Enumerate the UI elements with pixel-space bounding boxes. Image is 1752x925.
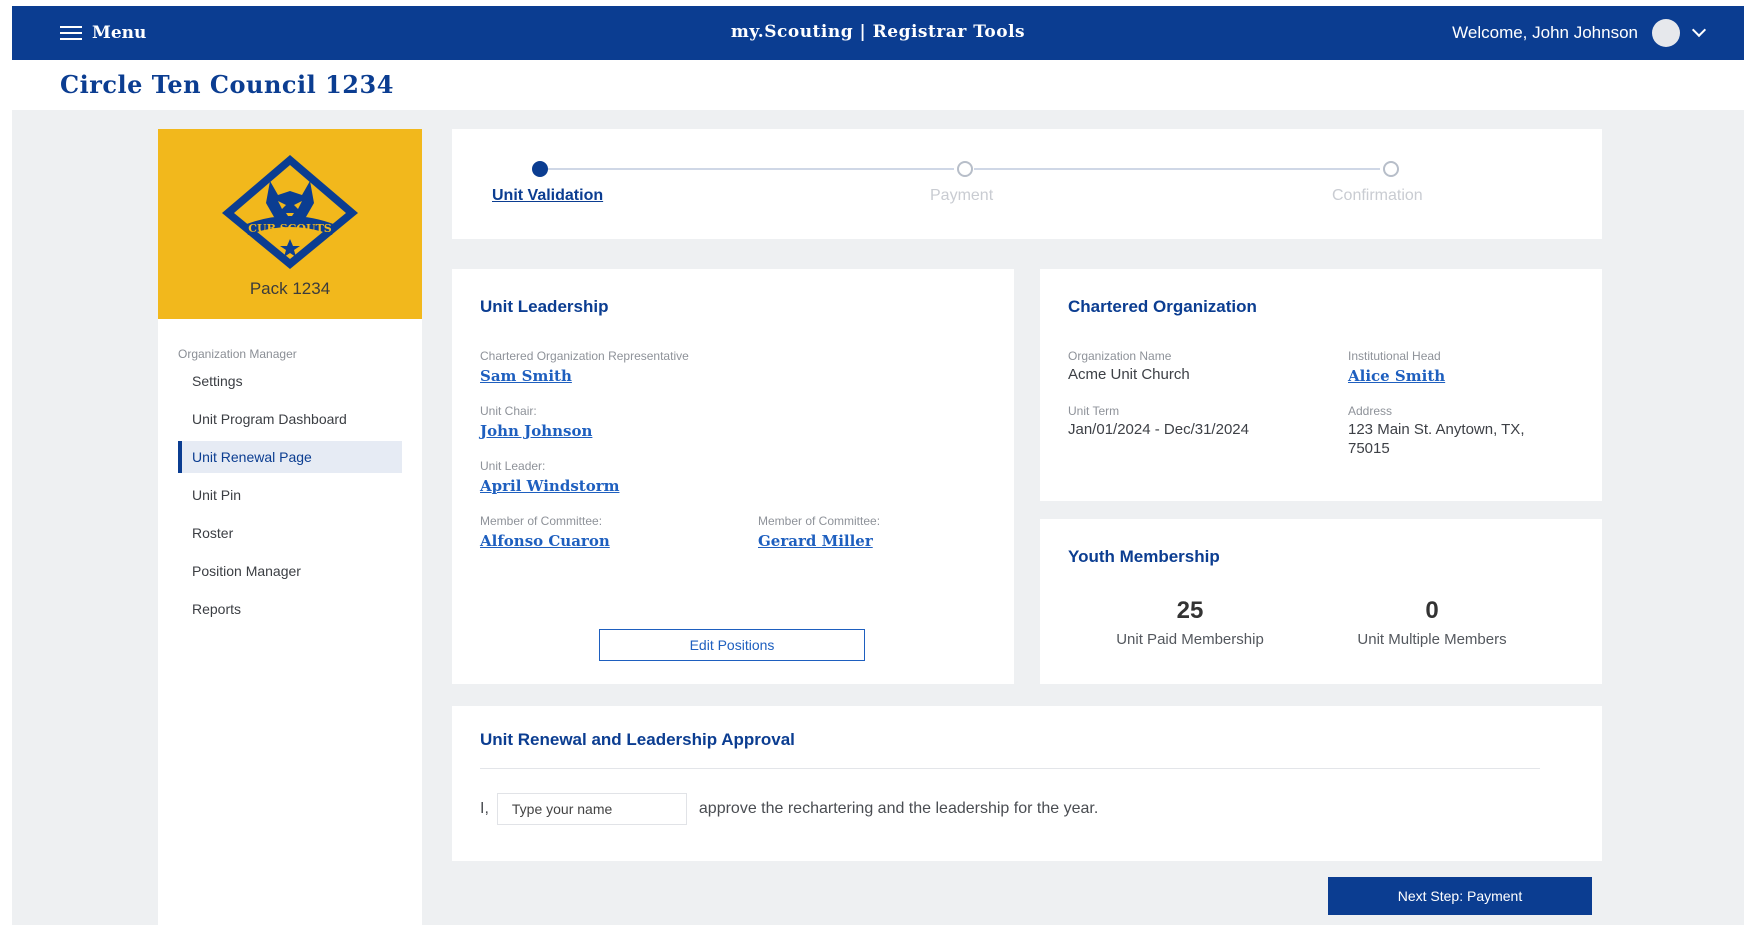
sidebar-item-position-manager[interactable]: Position Manager [178,555,402,587]
avatar[interactable] [1652,19,1680,47]
address-line-1: 123 Main St. Anytown, TX, [1348,421,1525,438]
step-unit-validation-dot [532,161,548,177]
approval-suffix: approve the rechartering and the leaders… [698,800,1099,817]
address-label: Address [1348,404,1393,418]
step-connector [548,168,954,170]
step-confirmation: Confirmation [1332,187,1423,204]
youth-membership-card: Youth Membership 25 Unit Paid Membership… [1040,519,1602,684]
sidebar-item-reports[interactable]: Reports [178,593,402,625]
paid-membership-label: Unit Paid Membership [1116,631,1264,648]
organization-name-value: Acme Unit Church [1068,366,1190,383]
sidebar-item-unit-renewal-page[interactable]: Unit Renewal Page [178,441,402,473]
next-step-payment-button[interactable]: Next Step: Payment [1328,877,1592,915]
sidebar: CUB SCOUTS Pack 1234 Organization Manage… [158,129,422,925]
youth-membership-title: Youth Membership [1068,547,1220,566]
multiple-members-count: 0 [1425,597,1439,624]
step-unit-validation[interactable]: Unit Validation [492,187,603,205]
committee-member-label: Member of Committee: [480,514,603,528]
app-frame: Menu my.Scouting | Registrar Tools Welco… [12,6,1744,925]
committee-member-link[interactable]: Alfonso Cuaron [480,532,610,550]
institutional-head-label: Institutional Head [1348,349,1441,363]
approval-card: Unit Renewal and Leadership Approval I, … [452,706,1602,861]
unit-chair-link[interactable]: John Johnson [480,422,592,440]
organization-name-label: Organization Name [1068,349,1172,363]
committee-member-link[interactable]: Gerard Miller [758,532,873,550]
unit-chair-label: Unit Chair: [480,404,537,418]
unit-leader-label: Unit Leader: [480,459,546,473]
sidebar-item-unit-pin[interactable]: Unit Pin [178,479,402,511]
edit-positions-button[interactable]: Edit Positions [599,629,865,661]
cub-scouts-logo-icon: CUB SCOUTS [222,155,358,269]
step-confirmation-dot [1383,161,1399,177]
approval-statement: I, approve the rechartering and the lead… [480,793,1098,825]
unit-leadership-card: Unit Leadership Chartered Organization R… [452,269,1014,684]
divider [480,768,1540,769]
unit-leader-link[interactable]: April Windstorm [480,477,619,495]
svg-text:CUB SCOUTS: CUB SCOUTS [248,222,332,235]
chartered-organization-title: Chartered Organization [1068,297,1257,316]
page-title: Circle Ten Council 1234 [60,70,394,99]
institutional-head-link[interactable]: Alice Smith [1348,367,1445,385]
sidebar-section-label: Organization Manager [178,347,297,361]
chevron-down-icon[interactable] [1691,22,1707,38]
renewal-stepper: Unit Validation Payment Confirmation [452,129,1602,239]
unit-name: Pack 1234 [249,279,331,298]
welcome-text: Welcome, John Johnson [1452,23,1638,42]
step-payment: Payment [930,187,994,204]
name-input[interactable] [496,793,687,825]
council-header: Circle Ten Council 1234 [12,60,1744,110]
approval-prefix: I, [480,800,489,817]
unit-leadership-title: Unit Leadership [480,297,609,316]
cor-name-link[interactable]: Sam Smith [480,367,572,385]
sidebar-nav: Settings Unit Program Dashboard Unit Ren… [178,365,402,631]
sidebar-item-roster[interactable]: Roster [178,517,402,549]
address-line-2: 75015 [1348,440,1390,457]
chartered-organization-card: Chartered Organization Organization Name… [1040,269,1602,501]
unit-term-value: Jan/01/2024 - Dec/31/2024 [1068,421,1249,438]
step-connector [974,168,1380,170]
approval-title: Unit Renewal and Leadership Approval [480,730,795,749]
step-payment-dot [957,161,973,177]
cor-label: Chartered Organization Representative [480,349,689,363]
sidebar-item-settings[interactable]: Settings [178,365,402,397]
sidebar-item-unit-program-dashboard[interactable]: Unit Program Dashboard [178,403,402,435]
paid-membership-count: 25 [1176,597,1204,624]
user-menu[interactable]: Welcome, John Johnson [1452,18,1707,48]
multiple-members-label: Unit Multiple Members [1357,631,1507,648]
unit-term-label: Unit Term [1068,404,1120,418]
unit-logo-card: CUB SCOUTS Pack 1234 [158,129,422,319]
committee-member-label: Member of Committee: [758,514,881,528]
top-navigation-bar: Menu my.Scouting | Registrar Tools Welco… [12,6,1744,60]
